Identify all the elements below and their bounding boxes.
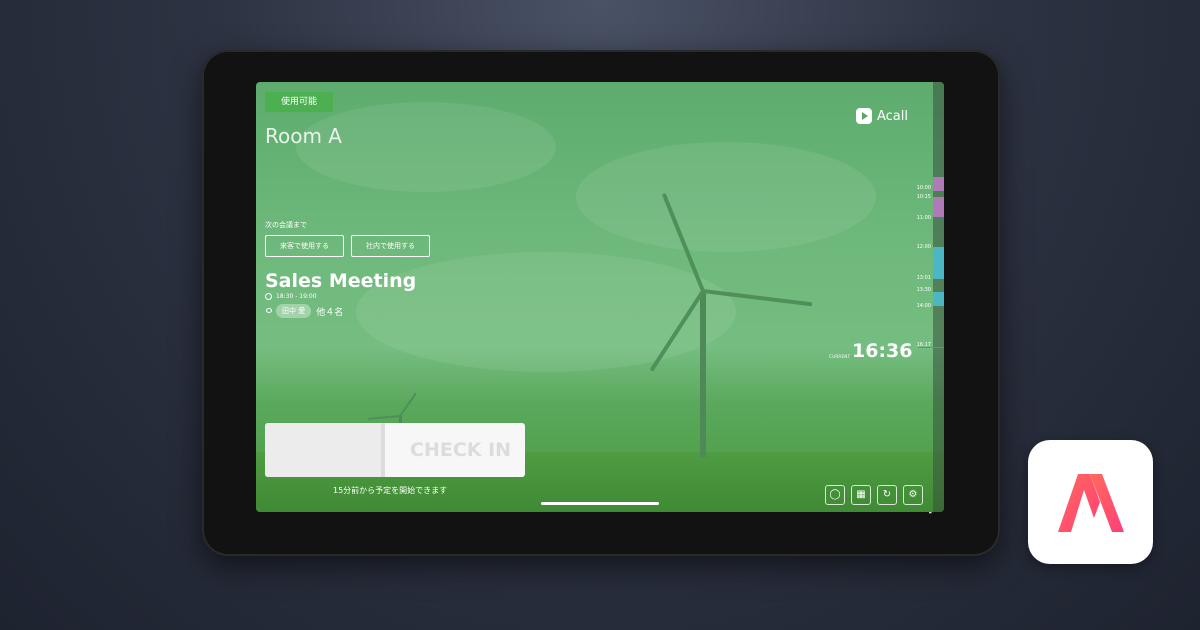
turbine-blade (399, 392, 417, 417)
next-meeting-label: 次の会議まで (265, 221, 307, 229)
use-as-visitor-button[interactable]: 来客で使用する (265, 235, 344, 257)
clock-icon (265, 293, 272, 300)
room-name: Room A (265, 124, 342, 148)
timeline-booking-block[interactable] (933, 247, 944, 279)
attendees: 田中 愛 他４名 (265, 304, 343, 318)
home-indicator[interactable] (541, 502, 659, 505)
room-display-screen: 使用可能 Room A Acall 次の会議まで 来客で使用する 社内で使用する… (256, 82, 944, 512)
schedule-timeline[interactable] (933, 82, 944, 512)
timeline-booking-block[interactable] (933, 292, 944, 306)
acall-logo-icon (856, 108, 872, 124)
brand-logo: Acall (856, 108, 908, 124)
timeline-tick: 11:00 (916, 215, 931, 221)
refresh-icon[interactable]: ↻ (877, 485, 897, 505)
meeting-time-text: 18:30 - 19:00 (276, 293, 317, 300)
timeline-tick: 13:01 (916, 275, 931, 281)
check-in-label: CHECK IN (410, 439, 512, 461)
check-in-hint: 15分前から予定を開始できます (333, 486, 448, 495)
timeline-tick: 14:00 (916, 303, 931, 309)
turbine-blade (368, 415, 401, 420)
check-in-slider-handle[interactable] (265, 423, 385, 477)
calendar-icon[interactable]: ▦ (851, 485, 871, 505)
current-time: 16:36 (852, 340, 913, 362)
globe-icon[interactable]: ◯ (825, 485, 845, 505)
wind-turbine (700, 292, 706, 457)
settings-icon[interactable]: ⚙ (903, 485, 923, 505)
timeline-tick: 10:00 (916, 185, 931, 191)
timeline-booking-block[interactable] (933, 197, 944, 217)
host-chip: 田中 愛 (276, 304, 312, 318)
meeting-time: 18:30 - 19:00 (265, 293, 317, 300)
timeline-booking-block[interactable] (933, 177, 944, 191)
acall-logo-icon (1058, 474, 1124, 532)
current-label: CURRENT (829, 354, 851, 359)
other-attendees: 他４名 (316, 307, 344, 318)
meeting-title: Sales Meeting (265, 270, 417, 292)
person-icon (265, 307, 272, 315)
brand-name: Acall (877, 108, 909, 124)
availability-badge: 使用可能 (265, 92, 333, 112)
check-in-slider[interactable]: CHECK IN (265, 423, 525, 477)
timeline-tick: 10:15 (916, 194, 931, 200)
cloud (576, 142, 876, 252)
timeline-tick: 13:30 (916, 287, 931, 293)
acall-app-icon (1028, 440, 1153, 564)
use-internally-button[interactable]: 社内で使用する (351, 235, 430, 257)
timeline-tick: 12:00 (916, 244, 931, 250)
current-time-marker (918, 347, 944, 348)
